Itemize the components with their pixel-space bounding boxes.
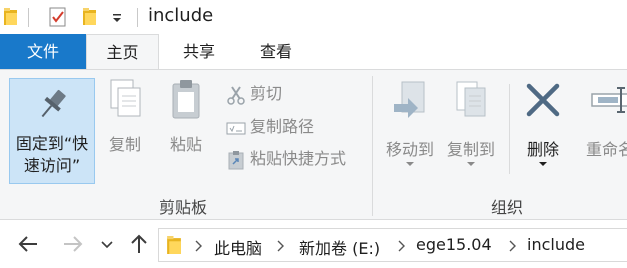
cut-label: 剪切 <box>250 84 283 103</box>
folder-icon <box>167 236 181 254</box>
pin-label-line1: 固定到“快 <box>15 134 89 153</box>
move-to-button[interactable]: 移动到 <box>380 78 440 166</box>
breadcrumb-this-pc[interactable]: 此电脑 <box>214 235 262 259</box>
copy-path-button[interactable]: 复制路径 <box>226 115 314 139</box>
tab-view[interactable]: 查看 <box>240 34 312 69</box>
paste-shortcut-icon <box>228 150 244 169</box>
copy-to-button[interactable]: 复制到 <box>441 78 501 166</box>
copy-to-label: 复制到 <box>446 140 495 159</box>
clipboard-group-label: 剪贴板 <box>159 198 208 217</box>
organize-group-label: 组织 <box>491 198 524 217</box>
title-separator <box>137 8 138 27</box>
ribbon-panel: 固定到“快 速访问” 复制 粘贴 剪切 复制路径 粘贴快捷方式 剪贴板 移动到 … <box>0 69 627 220</box>
copy-to-icon <box>456 81 486 117</box>
move-to-icon <box>394 81 425 118</box>
copy-icon <box>110 79 141 117</box>
delete-x-icon <box>526 83 560 117</box>
delete-button[interactable]: 删除 <box>516 78 570 166</box>
up-arrow-icon[interactable] <box>128 233 150 255</box>
customize-toolbar-icon[interactable] <box>110 10 124 24</box>
paste-button[interactable]: 粘贴 <box>160 78 212 156</box>
breadcrumb-chevron-icon[interactable] <box>275 240 285 252</box>
window-title: include <box>148 5 214 26</box>
new-folder-icon[interactable] <box>83 8 96 25</box>
paste-icon <box>172 80 200 119</box>
back-arrow-icon[interactable] <box>17 233 39 255</box>
paste-shortcut-label: 粘贴快捷方式 <box>250 149 347 168</box>
copy-to-dropdown-icon <box>467 162 475 166</box>
tab-home[interactable]: 主页 <box>86 34 159 70</box>
properties-icon[interactable] <box>47 6 69 28</box>
move-to-dropdown-icon <box>406 162 414 166</box>
rename-label: 重命名 <box>585 140 627 159</box>
cut-button[interactable]: 剪切 <box>226 82 282 106</box>
delete-label: 删除 <box>526 140 559 159</box>
tab-share[interactable]: 共享 <box>164 34 234 69</box>
tab-file[interactable]: 文件 <box>0 34 86 69</box>
move-to-label: 移动到 <box>385 140 434 159</box>
toolbar-separator <box>28 8 29 27</box>
pin-label-line2: 速访问” <box>23 156 81 175</box>
copy-label: 复制 <box>108 135 141 154</box>
group-separator <box>372 76 373 216</box>
breadcrumb-chevron-icon[interactable] <box>396 240 406 252</box>
title-bar: include <box>0 0 627 34</box>
navigation-bar: 此电脑 新加卷 (E:) ege15.04 include <box>0 221 627 268</box>
folder-icon <box>4 8 17 25</box>
forward-arrow-icon[interactable] <box>62 233 84 255</box>
ribbon-tabs: 文件 主页 共享 查看 <box>0 34 627 70</box>
scissors-icon <box>227 85 245 105</box>
copy-path-icon <box>226 122 246 134</box>
pin-to-quick-access-button[interactable]: 固定到“快 速访问” <box>9 78 95 184</box>
breadcrumb-ege[interactable]: ege15.04 <box>416 235 492 254</box>
paste-shortcut-button[interactable]: 粘贴快捷方式 <box>226 147 346 171</box>
rename-button[interactable]: 重命名 <box>578 78 627 159</box>
organize-separator <box>509 84 510 174</box>
copy-path-label: 复制路径 <box>250 117 315 136</box>
rename-icon <box>591 87 627 113</box>
address-bar[interactable]: 此电脑 新加卷 (E:) ege15.04 include <box>158 228 627 262</box>
paste-label: 粘贴 <box>169 135 202 154</box>
delete-dropdown-icon <box>539 162 547 166</box>
breadcrumb-drive[interactable]: 新加卷 (E:) <box>299 235 380 259</box>
pin-icon <box>41 89 66 118</box>
breadcrumb-chevron-icon[interactable] <box>507 240 517 252</box>
breadcrumb-chevron-icon[interactable] <box>193 240 203 252</box>
copy-button[interactable]: 复制 <box>100 78 150 156</box>
breadcrumb-include[interactable]: include <box>527 235 585 254</box>
recent-locations-chevron-icon[interactable] <box>100 233 114 255</box>
